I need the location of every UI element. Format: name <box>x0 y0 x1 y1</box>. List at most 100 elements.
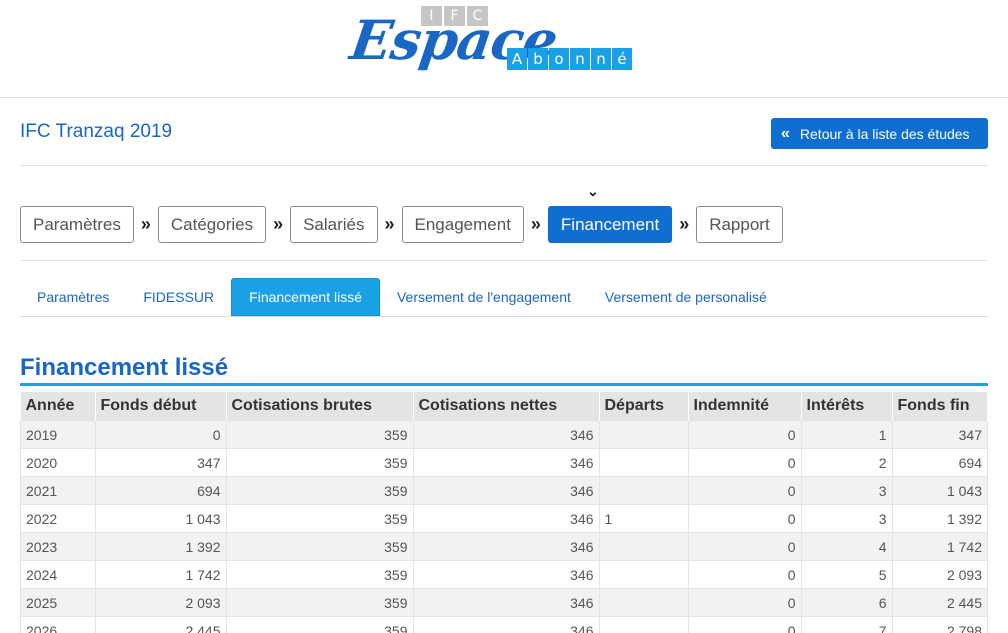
table-cell: 0 <box>94 420 227 449</box>
financement-tabs: Paramètres FIDESSUR Financement lissé Ve… <box>20 278 988 317</box>
table-cell <box>598 476 689 505</box>
table-body: 2019 0 359 346 0 1 347 2020 347 359 346 0 2 694 2021 69… <box>20 420 988 633</box>
table-cell: 359 <box>225 420 414 449</box>
financement-table: Année Fonds début Cotisations brutes Cot… <box>20 392 988 633</box>
divider <box>20 260 988 261</box>
table-cell: 359 <box>225 532 414 561</box>
table-cell: 359 <box>225 560 414 589</box>
financement-table-container[interactable]: Année Fonds début Cotisations brutes Cot… <box>20 392 988 633</box>
table-cell: 1 742 <box>891 532 988 561</box>
table-cell: 7 <box>800 616 893 633</box>
espace-abonne-logo[interactable]: I F C Espace A b o n n é <box>345 2 665 94</box>
table-cell: 1 043 <box>94 504 227 533</box>
table-cell: 694 <box>891 448 988 477</box>
table-cell: 346 <box>412 616 600 633</box>
table-cell: 346 <box>412 560 600 589</box>
tab-parametres[interactable]: Paramètres <box>20 278 126 316</box>
table-row: 2021 694 359 346 0 3 1 043 <box>20 476 988 505</box>
table-cell: 346 <box>412 476 600 505</box>
table-cell: 2 093 <box>891 560 988 589</box>
table-row: 2019 0 359 346 0 1 347 <box>20 420 988 449</box>
tab-versement-personalise[interactable]: Versement de personalisé <box>588 278 784 316</box>
column-header: Fonds début <box>95 392 227 421</box>
column-header: Cotisations brutes <box>226 392 414 421</box>
table-cell: 0 <box>687 616 802 633</box>
logo-abonne-letter: o <box>549 48 569 70</box>
tab-fidessur[interactable]: FIDESSUR <box>126 278 231 316</box>
table-cell: 1 <box>800 420 893 449</box>
table-cell: 359 <box>225 476 414 505</box>
tab-financement-lisse[interactable]: Financement lissé <box>231 278 380 316</box>
double-chevron-right-icon: » <box>140 214 151 234</box>
divider <box>20 165 988 166</box>
step-engagement[interactable]: Engagement <box>401 206 524 243</box>
table-cell: 2 798 <box>891 616 988 633</box>
table-cell: 359 <box>225 616 414 633</box>
double-chevron-right-icon: » <box>530 214 541 234</box>
column-header: Année <box>20 392 96 421</box>
table-cell: 2023 <box>20 532 96 561</box>
workflow-steps: Paramètres » Catégories » Salariés » Eng… <box>20 206 783 243</box>
table-cell: 1 742 <box>94 560 227 589</box>
logo-abonne-letter: n <box>570 48 590 70</box>
table-cell <box>598 588 689 617</box>
table-cell: 2026 <box>20 616 96 633</box>
table-cell: 2 445 <box>94 616 227 633</box>
table-cell: 5 <box>800 560 893 589</box>
table-cell: 694 <box>94 476 227 505</box>
step-rapport[interactable]: Rapport <box>696 206 783 243</box>
table-cell: 347 <box>94 448 227 477</box>
main-content: IFC Tranzaq 2019 « Retour à la liste des… <box>20 97 988 633</box>
back-to-studies-button[interactable]: « Retour à la liste des études <box>771 118 988 149</box>
table-cell <box>598 448 689 477</box>
step-salaries[interactable]: Salariés <box>290 206 378 243</box>
table-cell <box>598 560 689 589</box>
page-title: IFC Tranzaq 2019 <box>20 121 173 142</box>
table-row: 2026 2 445 359 346 0 7 2 798 <box>20 616 988 633</box>
logo-abonne-blocks: A b o n n é <box>507 48 632 70</box>
double-chevron-right-icon: » <box>273 214 284 234</box>
logo-abonne-letter: A <box>507 48 527 70</box>
table-cell: 6 <box>800 588 893 617</box>
section-title: Financement lissé <box>20 353 988 386</box>
table-cell: 2025 <box>20 588 96 617</box>
table-cell: 4 <box>800 532 893 561</box>
table-cell <box>598 420 689 449</box>
table-cell: 346 <box>412 532 600 561</box>
table-row: 2020 347 359 346 0 2 694 <box>20 448 988 477</box>
table-cell: 0 <box>687 532 802 561</box>
tab-versement-engagement[interactable]: Versement de l'engagement <box>380 278 588 316</box>
table-cell: 0 <box>687 560 802 589</box>
column-header: Indemnité <box>688 392 802 421</box>
table-cell: 1 <box>598 504 689 533</box>
table-cell: 3 <box>800 504 893 533</box>
table-row: 2022 1 043 359 346 1 0 3 1 392 <box>20 504 988 533</box>
column-header: Cotisations nettes <box>413 392 600 421</box>
table-row: 2023 1 392 359 346 0 4 1 742 <box>20 532 988 561</box>
table-cell: 2 445 <box>891 588 988 617</box>
table-cell: 346 <box>412 588 600 617</box>
double-chevron-left-icon: « <box>781 124 790 142</box>
table-header-row: Année Fonds début Cotisations brutes Cot… <box>20 392 988 421</box>
step-categories[interactable]: Catégories <box>157 206 267 243</box>
table-cell: 346 <box>412 504 600 533</box>
table-cell: 2 093 <box>94 588 227 617</box>
table-cell: 0 <box>687 504 802 533</box>
column-header: Fonds fin <box>892 392 988 421</box>
site-header: I F C Espace A b o n n é <box>0 0 1008 98</box>
logo-abonne-letter: n <box>591 48 611 70</box>
table-row: 2024 1 742 359 346 0 5 2 093 <box>20 560 988 589</box>
table-row: 2025 2 093 359 346 0 6 2 445 <box>20 588 988 617</box>
table-cell: 2022 <box>20 504 96 533</box>
table-cell: 1 043 <box>891 476 988 505</box>
table-cell: 2024 <box>20 560 96 589</box>
table-cell: 2019 <box>20 420 96 449</box>
back-to-studies-label: Retour à la liste des études <box>799 125 970 142</box>
table-cell: 0 <box>687 588 802 617</box>
double-chevron-right-icon: » <box>679 214 690 234</box>
column-header: Intérêts <box>801 392 893 421</box>
table-cell: 2 <box>800 448 893 477</box>
step-financement[interactable]: Financement <box>547 206 673 243</box>
step-parametres[interactable]: Paramètres <box>20 206 134 243</box>
table-cell: 359 <box>225 504 414 533</box>
